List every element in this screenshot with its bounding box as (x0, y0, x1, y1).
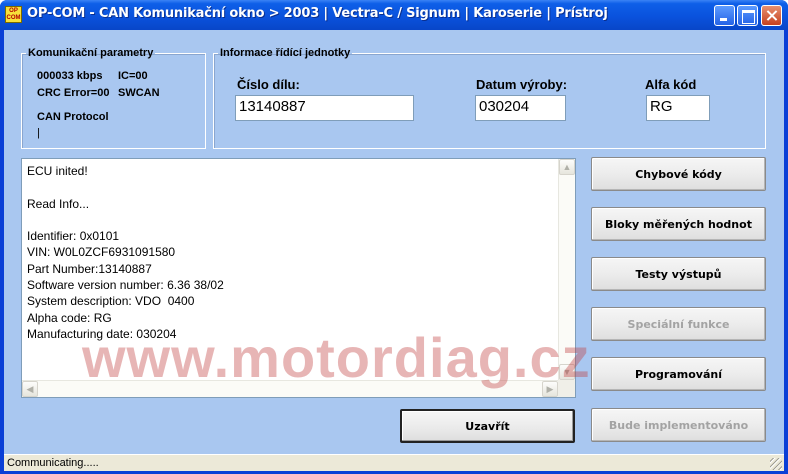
protocol-label: CAN Protocol (37, 111, 109, 123)
app-icon-text-bottom: COM (6, 15, 21, 21)
bus-type: SWCAN (118, 87, 160, 99)
log-lines: ECU inited! Read Info... Identifier: 0x010… (27, 163, 552, 342)
scroll-left-icon[interactable]: ◀ (22, 381, 38, 397)
status-bar: Communicating..... (4, 454, 784, 471)
close-dialog-button[interactable]: Uzavřít (400, 409, 575, 443)
comm-params-legend: Komunikační parametry (28, 47, 154, 59)
error-codes-button[interactable]: Chybové kódy (591, 157, 766, 191)
measured-values-button[interactable]: Bloky měřených hodnot (591, 207, 766, 241)
app-window: OP COM OP-COM - CAN Komunikační okno > 2… (0, 0, 788, 474)
title-bar[interactable]: OP COM OP-COM - CAN Komunikační okno > 2… (0, 0, 788, 30)
to-be-implemented-button[interactable]: Bude implementováno (591, 408, 766, 442)
log-line: Read Info... (27, 196, 90, 211)
opcom-app-icon[interactable]: OP COM (5, 6, 22, 23)
ic-value: IC=00 (118, 70, 148, 82)
part-number-label: Číslo dílu: (237, 77, 300, 92)
scroll-down-icon[interactable]: ▼ (559, 364, 575, 380)
programming-button[interactable]: Programování (591, 357, 766, 391)
scroll-up-icon[interactable]: ▲ (559, 159, 575, 175)
log-line: Manufacturing date: 030204 (27, 326, 177, 341)
scrollbar-corner (558, 380, 575, 397)
output-tests-button[interactable]: Testy výstupů (591, 257, 766, 291)
maximize-button[interactable] (737, 5, 758, 26)
scroll-right-icon[interactable]: ▶ (542, 381, 558, 397)
log-horizontal-scrollbar[interactable]: ◀ ▶ (22, 380, 558, 397)
log-line: Software version number: 6.36 38/02 (27, 278, 224, 293)
log-line: Alpha code: RG (27, 310, 112, 325)
ecu-info-legend: Informace řídící jednotky (220, 47, 351, 59)
special-functions-button[interactable]: Speciální funkce (591, 307, 766, 341)
close-button[interactable] (761, 5, 782, 26)
status-text: Communicating..... (7, 457, 99, 469)
protocol-value: | (37, 127, 40, 139)
minimize-button[interactable] (714, 5, 735, 26)
crc-error: CRC Error=00 (37, 87, 110, 99)
window-title: OP-COM - CAN Komunikační okno > 2003 | V… (27, 6, 608, 21)
manufacture-date-label: Datum výroby: (476, 77, 568, 92)
client-area: Komunikační parametry 000033 kbps IC=00 … (4, 30, 784, 454)
log-line: Identifier: 0x0101 (27, 229, 120, 244)
log-line: ECU inited! (27, 164, 88, 178)
log-line: Part Number:13140887 (27, 261, 152, 276)
log-vertical-scrollbar[interactable]: ▲ ▼ (558, 159, 575, 380)
log-textarea[interactable]: ECU inited! Read Info... Identifier: 0x010… (21, 158, 576, 398)
log-line: System description: VDO 0400 (27, 294, 195, 309)
resize-grip-icon[interactable] (770, 458, 782, 470)
alpha-code-label: Alfa kód (645, 77, 697, 92)
alpha-code-field[interactable]: RG (646, 95, 710, 121)
log-line: VIN: W0L0ZCF6931091580 (27, 245, 176, 260)
manufacture-date-field[interactable]: 030204 (475, 95, 566, 121)
part-number-field[interactable]: 13140887 (235, 95, 414, 121)
baud-rate: 000033 kbps (37, 70, 103, 82)
app-icon-text-top: OP (9, 8, 18, 14)
